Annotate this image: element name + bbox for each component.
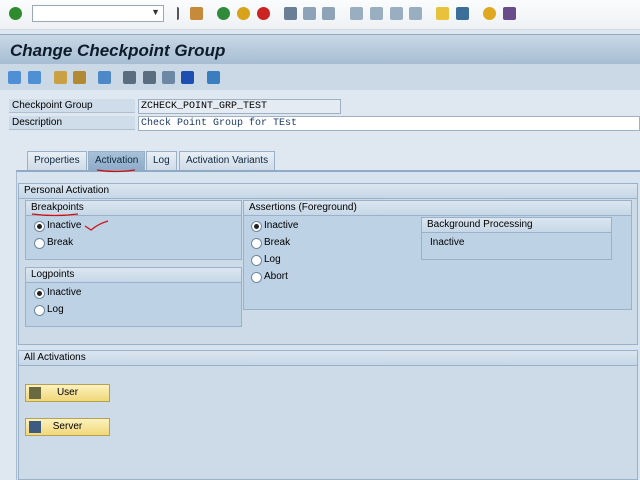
annotation-underline-activation	[96, 169, 136, 173]
annotation-marks	[31, 169, 136, 231]
annotation-checkmark	[84, 220, 109, 231]
annotation-underline-breakpoints	[31, 213, 79, 217]
